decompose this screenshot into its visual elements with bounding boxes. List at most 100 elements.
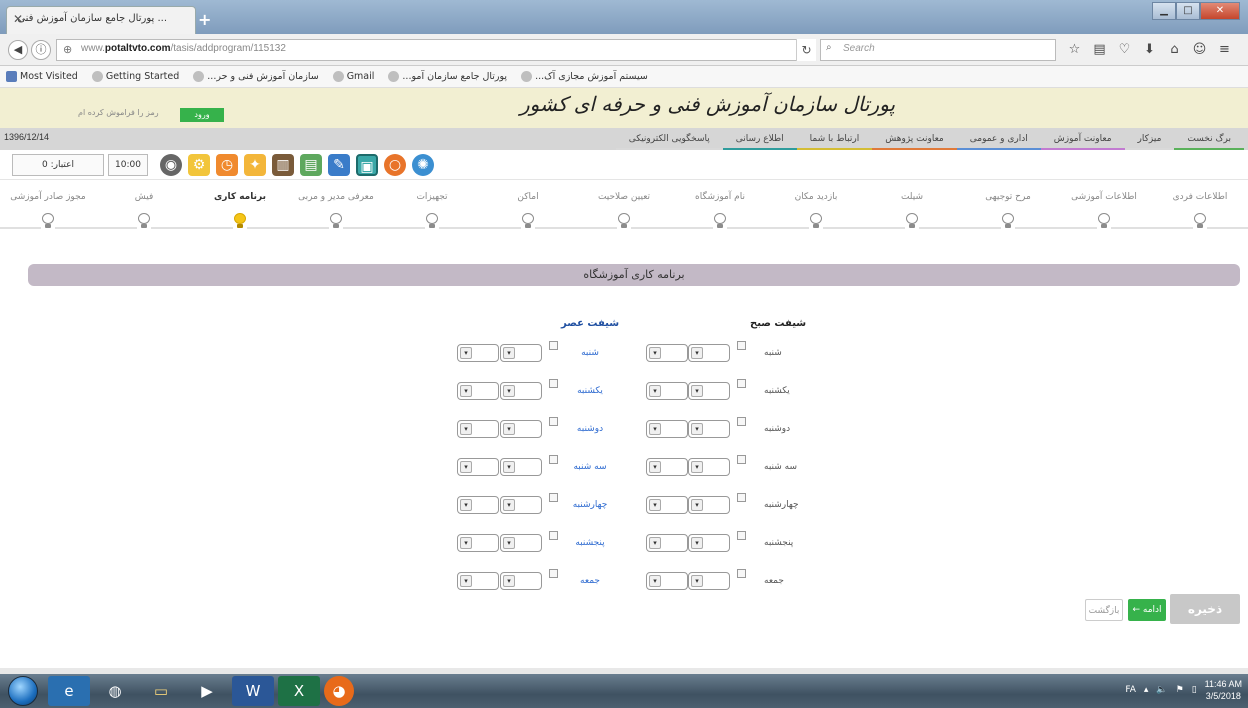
books-icon[interactable]: ▥ xyxy=(272,154,294,176)
morning-day-checkbox[interactable] xyxy=(737,341,746,350)
chat-icon[interactable]: ☺ xyxy=(1190,41,1209,59)
start-button-icon[interactable] xyxy=(8,676,38,706)
step-item[interactable]: اماکن xyxy=(483,192,573,232)
step-item[interactable]: تجهیزات xyxy=(387,192,477,232)
gear-icon[interactable]: ⚙ xyxy=(188,154,210,176)
orange-ring-icon[interactable]: ○ xyxy=(384,154,406,176)
morning-day-checkbox[interactable] xyxy=(737,455,746,464)
evening-day-checkbox[interactable] xyxy=(549,531,558,540)
evening-start-select[interactable]: ▾ xyxy=(457,420,499,438)
webcam-icon[interactable]: ◉ xyxy=(160,154,182,176)
step-item[interactable]: بازدید مکان xyxy=(771,192,861,232)
download-icon[interactable]: ⬇ xyxy=(1140,41,1159,59)
save-button[interactable]: ذخیره xyxy=(1170,594,1240,624)
evening-start-select[interactable]: ▾ xyxy=(457,344,499,362)
evening-end-select[interactable]: ▾ xyxy=(500,344,542,362)
bookmark-item[interactable]: Most Visited xyxy=(6,71,78,82)
morning-start-select[interactable]: ▾ xyxy=(646,534,688,552)
image-icon[interactable]: ▣ xyxy=(356,154,378,176)
close-window-icon[interactable]: ✕ xyxy=(1200,2,1240,20)
info-icon[interactable]: ⓘ xyxy=(31,40,51,60)
home-icon[interactable]: ⌂ xyxy=(1165,41,1184,59)
evening-day-checkbox[interactable] xyxy=(549,493,558,502)
step-item[interactable]: شیلت xyxy=(867,192,957,232)
step-item[interactable]: مجوز صادر آموزشی xyxy=(3,192,93,232)
morning-day-checkbox[interactable] xyxy=(737,569,746,578)
menu-item[interactable]: برگ نخست xyxy=(1174,128,1244,150)
file-explorer-icon[interactable]: ▭ xyxy=(140,676,182,706)
bookmark-item[interactable]: ...سازمان آموزش فنی و حر xyxy=(193,71,319,82)
morning-day-checkbox[interactable] xyxy=(737,493,746,502)
step-item[interactable]: فیش xyxy=(99,192,189,232)
step-item[interactable]: اطلاعات آموزشی xyxy=(1059,192,1149,232)
minimize-icon[interactable]: ▁ xyxy=(1152,2,1176,20)
step-item[interactable]: اطلاعات فردی xyxy=(1155,192,1245,232)
evening-end-select[interactable]: ▾ xyxy=(500,496,542,514)
close-tab-icon[interactable]: ✕ xyxy=(13,12,23,26)
pocket-icon[interactable]: ♡ xyxy=(1115,41,1134,59)
step-item[interactable]: نام آموزشگاه xyxy=(675,192,765,232)
morning-end-select[interactable]: ▾ xyxy=(688,534,730,552)
menu-item[interactable]: اداری و عمومی xyxy=(956,128,1041,150)
morning-start-select[interactable]: ▾ xyxy=(646,496,688,514)
morning-start-select[interactable]: ▾ xyxy=(646,420,688,438)
clock-icon[interactable]: ◷ xyxy=(216,154,238,176)
excel-icon[interactable]: X xyxy=(278,676,320,706)
lightbulb-folder-icon[interactable]: ✦ xyxy=(244,154,266,176)
step-item[interactable]: معرفی مدیر و مربی xyxy=(291,192,381,232)
menu-item[interactable]: ارتباط با شما xyxy=(796,128,873,150)
evening-end-select[interactable]: ▾ xyxy=(500,458,542,476)
media-player-icon[interactable]: ▶ xyxy=(186,676,228,706)
menu-item[interactable]: اطلاع رسانی xyxy=(722,128,797,150)
evening-start-select[interactable]: ▾ xyxy=(457,534,499,552)
morning-end-select[interactable]: ▾ xyxy=(688,496,730,514)
morning-end-select[interactable]: ▾ xyxy=(688,344,730,362)
evening-day-checkbox[interactable] xyxy=(549,341,558,350)
browser-tab[interactable]: ... پورتال جامع سازمان آموزش فنی ✕ xyxy=(6,6,196,34)
chrome-icon[interactable]: ◍ xyxy=(94,676,136,706)
bookmark-item[interactable]: Gmail xyxy=(332,71,374,82)
morning-start-select[interactable]: ▾ xyxy=(646,572,688,590)
evening-start-select[interactable]: ▾ xyxy=(457,458,499,476)
internet-explorer-icon[interactable]: e xyxy=(48,676,90,706)
evening-day-checkbox[interactable] xyxy=(549,455,558,464)
menu-item[interactable]: معاونت پژوهش xyxy=(872,128,957,150)
tray-arrow-icon[interactable]: ▴ xyxy=(1144,685,1149,695)
new-tab-icon[interactable]: + xyxy=(198,10,211,29)
flag-icon[interactable]: ⚑ xyxy=(1176,685,1184,695)
menu-item[interactable]: معاونت آموزش xyxy=(1040,128,1125,150)
evening-start-select[interactable]: ▾ xyxy=(457,496,499,514)
menu-item[interactable]: پاسخگویی الکترونیکی xyxy=(615,128,723,150)
bookmark-item[interactable]: ...سیستم آموزش مجازی آک xyxy=(521,71,648,82)
reading-list-icon[interactable]: ▤ xyxy=(1090,41,1109,59)
documents-icon[interactable]: ▤ xyxy=(300,154,322,176)
morning-end-select[interactable]: ▾ xyxy=(688,382,730,400)
morning-end-select[interactable]: ▾ xyxy=(688,572,730,590)
network-icon[interactable]: ✺ xyxy=(412,154,434,176)
edit-icon[interactable]: ✎ xyxy=(328,154,350,176)
morning-end-select[interactable]: ▾ xyxy=(688,458,730,476)
url-bar[interactable]: ⊕ www.potaltvto.com/tasis/addprogram/115… xyxy=(56,39,816,61)
volume-icon[interactable]: 🔈 xyxy=(1156,685,1167,695)
taskbar-clock[interactable]: 11:46 AM 3/5/2018 xyxy=(1205,678,1242,702)
bookmark-item[interactable]: Getting Started xyxy=(91,71,179,82)
morning-start-select[interactable]: ▾ xyxy=(646,458,688,476)
evening-day-checkbox[interactable] xyxy=(549,569,558,578)
menu-icon[interactable]: ≡ xyxy=(1215,41,1234,59)
step-item[interactable]: برنامه کاری xyxy=(195,192,285,232)
morning-end-select[interactable]: ▾ xyxy=(688,420,730,438)
evening-end-select[interactable]: ▾ xyxy=(500,534,542,552)
morning-start-select[interactable]: ▾ xyxy=(646,344,688,362)
evening-end-select[interactable]: ▾ xyxy=(500,420,542,438)
network-tray-icon[interactable]: ▯ xyxy=(1192,685,1197,695)
forgot-password-link[interactable]: رمز را فراموش کرده ام xyxy=(78,108,159,117)
maximize-icon[interactable]: □ xyxy=(1176,2,1200,20)
search-input[interactable]: ⌕ Search xyxy=(820,39,1056,61)
firefox-icon[interactable]: ◕ xyxy=(324,676,354,706)
morning-start-select[interactable]: ▾ xyxy=(646,382,688,400)
bookmark-item[interactable]: ...پورتال جامع سازمان آمو xyxy=(388,71,507,82)
evening-day-checkbox[interactable] xyxy=(549,379,558,388)
login-button[interactable]: ورود xyxy=(180,108,224,122)
evening-start-select[interactable]: ▾ xyxy=(457,572,499,590)
evening-day-checkbox[interactable] xyxy=(549,417,558,426)
